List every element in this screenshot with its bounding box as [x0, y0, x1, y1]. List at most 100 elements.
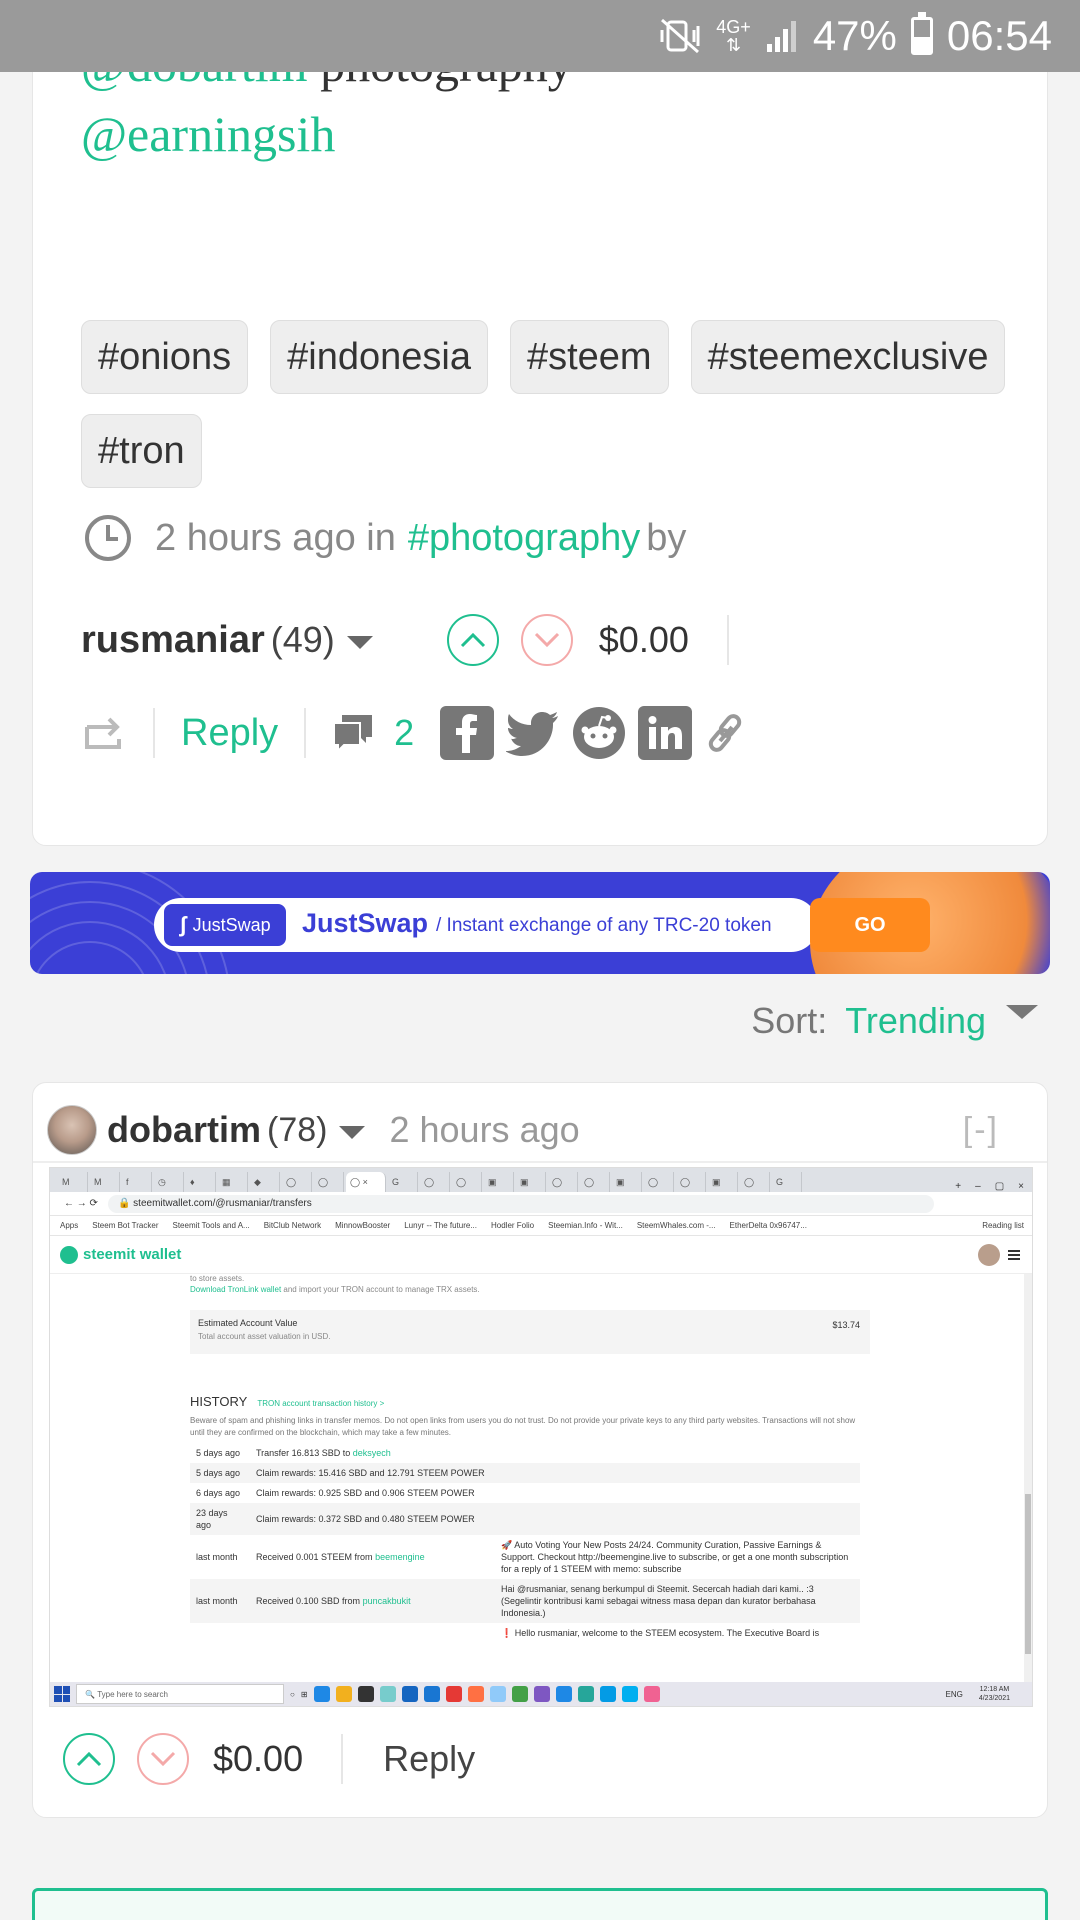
tag-steem[interactable]: #steem: [509, 320, 669, 394]
tag-list: #onions #indonesia #steem #steemexclusiv…: [81, 320, 1021, 488]
comment-downvote-button[interactable]: [137, 1733, 189, 1785]
chevron-up-icon: [76, 1751, 102, 1767]
comment-image[interactable]: M M f ◷ ♦ ▦ ◆ ◯ ◯ ◯ × G ◯ ◯ ▣ ▣ ◯ ◯ ▣ ◯ …: [49, 1167, 1033, 1707]
browser-tab: ◯: [548, 1172, 578, 1192]
table-row: 23 days ago Claim rewards: 0.372 SBD and …: [190, 1503, 860, 1535]
taskbar-clock: 12:18 AM 4/23/2021: [979, 1685, 1010, 1703]
comment-payout[interactable]: $0.00: [213, 1738, 303, 1780]
comment-count[interactable]: 2: [394, 712, 414, 754]
signal-icon: [766, 21, 796, 52]
dropbox-icon: [489, 1686, 506, 1702]
row-when: 5 days ago: [196, 1448, 241, 1458]
browser-tab: ◯: [314, 1172, 344, 1192]
history-title: HISTORY TRON account transaction history …: [190, 1394, 870, 1409]
browser-tab: ◯: [580, 1172, 610, 1192]
est-amount: $13.74: [832, 1320, 860, 1330]
bookmark: Lunyr -- The future...: [404, 1221, 477, 1230]
post-payout[interactable]: $0.00: [599, 619, 689, 661]
app-icon: [643, 1686, 660, 1702]
comment-time[interactable]: 2 hours ago: [389, 1109, 579, 1151]
sort-label: Sort:: [751, 1000, 828, 1041]
avatar[interactable]: [47, 1105, 97, 1155]
sort-value[interactable]: Trending: [845, 1000, 986, 1042]
tag-steemexclusive[interactable]: #steemexclusive: [690, 320, 1006, 394]
divider: [726, 615, 729, 665]
app-icon: [379, 1686, 396, 1702]
steemit-logo-icon: [60, 1245, 78, 1264]
twitter-icon[interactable]: [506, 710, 560, 756]
taskbar-search: 🔍 Type here to search: [76, 1684, 284, 1704]
sort-control[interactable]: Sort: Trending: [751, 1000, 1038, 1042]
browser-tab: G: [772, 1172, 802, 1192]
browser-url-bar: ← → ⟳ 🔒 steemitwallet.com/@rusmaniar/tra…: [50, 1192, 1032, 1216]
status-bar: 4G+ ⇅ 47% 06:54: [0, 0, 1080, 72]
browser-tab: ▣: [708, 1172, 738, 1192]
reply-link[interactable]: Reply: [181, 712, 278, 755]
battery-percent: 47%: [812, 12, 897, 59]
taskbar-lang: ENG: [945, 1689, 963, 1699]
author-row: rusmaniar (49) $0.00: [81, 609, 1001, 671]
comment-upvote-button[interactable]: [63, 1733, 115, 1785]
wallet-header: steemit wallet: [50, 1236, 1032, 1274]
mention-earningsih[interactable]: @earningsih: [81, 105, 335, 163]
next-comment-box: [32, 1888, 1048, 1920]
divider: [33, 1161, 1047, 1163]
resteem-icon[interactable]: [81, 713, 129, 753]
table-row: 5 days ago Claim rewards: 15.416 SBD and …: [190, 1463, 860, 1483]
link-icon[interactable]: [706, 711, 746, 755]
app-icon: [555, 1686, 572, 1702]
facebook-icon[interactable]: [440, 706, 495, 760]
collapse-button[interactable]: [-]: [963, 1111, 999, 1150]
browser-tabs: M M f ◷ ♦ ▦ ◆ ◯ ◯ ◯ × G ◯ ◯ ▣ ▣ ◯ ◯ ▣ ◯ …: [50, 1168, 1032, 1192]
tag-indonesia[interactable]: #indonesia: [270, 320, 488, 394]
browser-tab: ◯: [420, 1172, 450, 1192]
mute-vibrate-icon: [660, 18, 700, 54]
row-what: Received 0.001 STEEM from beemengine: [256, 1552, 425, 1562]
comment-footer: $0.00 Reply: [63, 1731, 475, 1787]
row-when: 23 days ago: [190, 1503, 250, 1535]
scrollbar: [1024, 1274, 1032, 1684]
justswap-banner[interactable]: ʃ JustSwap JustSwap / Instant exchange o…: [30, 872, 1050, 974]
post-card: @dobartim photography @earningsih #onion…: [32, 0, 1048, 846]
linkedin-icon[interactable]: [638, 706, 693, 760]
nav-arrows-icon: ← → ⟳: [64, 1198, 98, 1209]
network-label: 4G+: [716, 17, 751, 37]
row-what: Transfer 16.813 SBD to deksyech: [256, 1448, 391, 1458]
store-icon: [357, 1686, 374, 1702]
tag-onions[interactable]: #onions: [81, 320, 249, 394]
reddit-icon[interactable]: [572, 706, 626, 760]
row-memo: [495, 1463, 860, 1483]
comments-icon[interactable]: [330, 711, 376, 755]
firefox-icon: [467, 1686, 484, 1702]
sort-dropdown-icon[interactable]: [1006, 1005, 1038, 1019]
downvote-button[interactable]: [520, 614, 573, 666]
divider: [341, 1734, 344, 1784]
comment-author[interactable]: dobartim: [107, 1109, 261, 1151]
bookmark: BitClub Network: [263, 1221, 322, 1230]
est-subtitle: Total account asset valuation in USD.: [198, 1332, 331, 1341]
skype-icon: [621, 1686, 638, 1702]
comment-author-dropdown-icon[interactable]: [339, 1125, 366, 1139]
tag-tron[interactable]: #tron: [81, 414, 202, 488]
history-heading: HISTORY: [190, 1394, 248, 1409]
scrollbar-thumb: [1025, 1494, 1031, 1654]
battery-icon: [910, 12, 933, 55]
upvote-button[interactable]: [446, 614, 499, 666]
reading-list: Reading list: [982, 1221, 1024, 1230]
post-meta: 2 hours ago in #photography by: [83, 513, 686, 563]
wallet-name: steemit wallet: [83, 1246, 182, 1263]
row-what: [250, 1623, 495, 1643]
go-button[interactable]: GO: [810, 898, 930, 952]
network-type: 4G+ ⇅: [716, 18, 751, 54]
comment-reply-link[interactable]: Reply: [383, 1738, 475, 1780]
justswap-name: JustSwap: [302, 908, 429, 938]
category-link[interactable]: #photography: [408, 517, 640, 560]
author-name[interactable]: rusmaniar: [81, 619, 265, 662]
browser-tab: f: [122, 1172, 152, 1192]
est-title: Estimated Account Value: [198, 1318, 298, 1328]
row-what: Claim rewards: 0.372 SBD and 0.480 STEEM…: [250, 1503, 495, 1535]
browser-tab: ▣: [516, 1172, 546, 1192]
chrome-icon: [511, 1686, 528, 1702]
comment-reputation: (78): [267, 1110, 328, 1149]
author-dropdown-icon[interactable]: [346, 635, 373, 649]
